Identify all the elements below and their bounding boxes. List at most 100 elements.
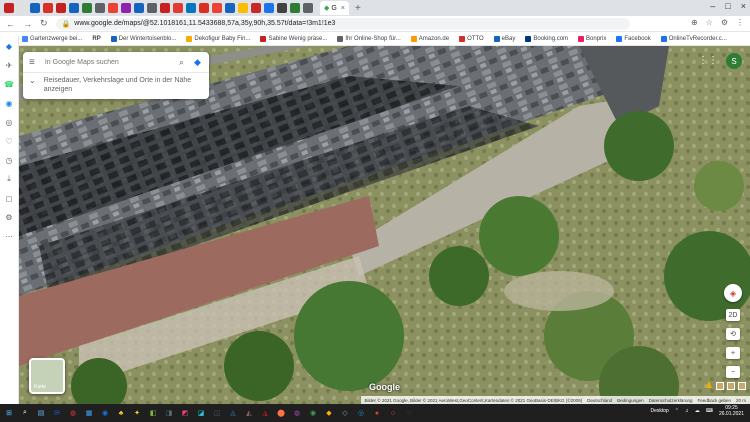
taskbar-app-icon[interactable]: ◫ [212,408,222,418]
network-icon[interactable]: ☁ [695,408,700,414]
tab-favicon-icon[interactable] [238,3,248,13]
reload-button[interactable]: ↻ [40,18,48,29]
tab-favicon-icon[interactable] [108,3,118,13]
avatar[interactable]: S [726,53,742,69]
tilt-toggle-button[interactable]: 2D [726,309,740,321]
sidebar-app-icon[interactable]: ⚙ [4,212,14,222]
menu-icon[interactable]: ≡ [29,57,35,68]
taskbar-app-icon[interactable]: ◩ [180,408,190,418]
sidebar-app-icon[interactable]: ◉ [4,98,14,108]
forward-button[interactable]: → [23,19,32,29]
extensions-icon[interactable]: ⚙ [721,18,728,27]
tab-favicon-icon[interactable] [134,3,144,13]
taskbar-app-icon[interactable]: ◮ [260,408,270,418]
bookmark-star-icon[interactable]: ☆ [706,18,713,27]
tab-favicon-icon[interactable] [173,3,183,13]
taskbar-app-icon[interactable]: ◇ [340,408,350,418]
taskbar-app-icon[interactable]: ○ [388,408,398,418]
tab-favicon-icon[interactable] [212,3,222,13]
sidebar-app-icon[interactable]: ✈ [4,60,14,70]
tab-favicon-icon[interactable] [30,3,40,13]
address-bar[interactable]: 🔒 www.google.de/maps/@52.1018161,11.5433… [55,17,630,30]
tab-favicon-icon[interactable] [303,3,313,13]
taskbar-app-icon[interactable]: ◎ [356,408,366,418]
taskbar-app-icon[interactable]: ✉ [52,408,62,418]
new-tab-button[interactable]: + [355,3,361,14]
bookmark-item[interactable]: Der Wintertoisenblo... [110,35,176,42]
map-layer-toggle[interactable]: Karte [29,358,65,394]
bookmark-item[interactable]: Booking.com [525,35,568,42]
bookmark-item[interactable]: Bonprix [578,35,606,42]
tab-favicon-icon[interactable] [95,3,105,13]
taskbar-app-icon[interactable]: ▤ [36,408,46,418]
url-text[interactable]: www.google.de/maps/@52.1018161,11.543368… [74,20,335,27]
tab-favicon-icon[interactable] [186,3,196,13]
tab-favicon-icon[interactable] [160,3,170,13]
directions-icon[interactable]: ◆ [192,57,203,68]
tab-favicon-icon[interactable] [199,3,209,13]
clock[interactable]: 09:25 26.01.2021 [719,405,744,417]
imagery-thumb[interactable] [738,381,746,390]
zoom-icon[interactable]: ⊕ [691,18,698,27]
taskbar-app-icon[interactable]: ◨ [164,408,174,418]
close-tab-icon[interactable]: × [341,5,345,12]
maps-search-input[interactable] [44,58,173,66]
taskbar-app-icon[interactable]: ⌕ [20,408,30,418]
tab-google-maps[interactable]: ◆ G × [320,1,349,15]
terms-link[interactable]: Bedingungen [617,398,644,403]
zoom-in-button[interactable]: + [726,347,740,359]
region-link[interactable]: Deutschland [587,398,612,403]
tab-favicon-icon[interactable] [56,3,66,13]
compass-icon[interactable]: ◈ [724,284,742,302]
taskbar-app-icon[interactable]: ◆ [324,408,334,418]
desktop-label[interactable]: Desktop [650,408,668,414]
volume-icon[interactable]: ♫ [685,408,689,414]
bookmark-item[interactable]: Dekofigur Baby Fin... [186,35,250,42]
sidebar-app-icon[interactable]: ◆ [4,41,14,51]
bookmark-item[interactable]: OnlineTvRecorder.c... [660,35,727,42]
tab-favicon-icon[interactable] [17,3,27,13]
tab-favicon-icon[interactable] [43,3,53,13]
taskbar-app-icon[interactable]: ◉ [308,408,318,418]
taskbar-app-icon[interactable]: ▦ [84,408,94,418]
taskbar-app-icon[interactable]: ● [372,408,382,418]
tab-favicon-icon[interactable] [69,3,79,13]
imagery-thumb[interactable] [716,381,724,390]
zoom-out-button[interactable]: − [726,366,740,378]
sidebar-app-icon[interactable]: ⤓ [4,174,14,184]
tab-favicon-icon[interactable] [147,3,157,13]
taskbar-app-icon[interactable]: ◉ [100,408,110,418]
keyboard-icon[interactable]: ⌨ [706,408,713,414]
minimize-button[interactable]: – [710,1,715,11]
bookmark-item[interactable]: Ihr Online-Shop für... [337,35,401,42]
tab-favicon-icon[interactable] [290,3,300,13]
sidebar-app-icon[interactable]: ⋯ [4,231,14,241]
nearby-hint[interactable]: ⌄ Reisedauer, Verkehrslage und Orte in d… [23,73,209,97]
bookmark-item[interactable]: eBay [493,35,515,42]
tab-favicon-icon[interactable] [82,3,92,13]
taskbar-app-icon[interactable]: ⊞ [4,408,14,418]
rotate-icon[interactable]: ⟲ [726,328,740,340]
sidebar-app-icon[interactable]: ☎ [4,79,14,89]
tab-favicon-icon[interactable] [121,3,131,13]
taskbar-app-icon[interactable]: ◍ [292,408,302,418]
taskbar-app-icon[interactable]: ♣ [116,408,126,418]
search-icon[interactable]: ⌕ [179,57,184,68]
sidebar-app-icon[interactable]: ◷ [4,155,14,165]
feedback-link[interactable]: Feedback geben [697,398,731,403]
imagery-thumb[interactable] [727,381,735,390]
bookmark-item[interactable]: Sabine Wenig präse... [260,35,327,42]
taskbar-app-icon[interactable]: ◭ [244,408,254,418]
scale-label[interactable]: 20 m [736,398,746,403]
pegman-icon[interactable]: ♟ [705,380,713,391]
sidebar-app-icon[interactable]: ◎ [4,117,14,127]
tab-favicon-icon[interactable] [4,3,14,13]
bookmark-item[interactable]: Gartenzwerge bei... [22,35,82,42]
tray-overflow-icon[interactable]: ⌃ [675,408,679,414]
tab-favicon-icon[interactable] [251,3,261,13]
back-button[interactable]: ← [6,19,15,29]
tab-favicon-icon[interactable] [225,3,235,13]
map-canvas[interactable]: ≡ ⌕ ◆ ⌄ Reisedauer, Verkehrslage und Ort… [19,46,750,404]
bookmark-item[interactable]: Amazon.de [410,35,449,42]
bookmark-item[interactable]: OTTO [459,35,484,42]
